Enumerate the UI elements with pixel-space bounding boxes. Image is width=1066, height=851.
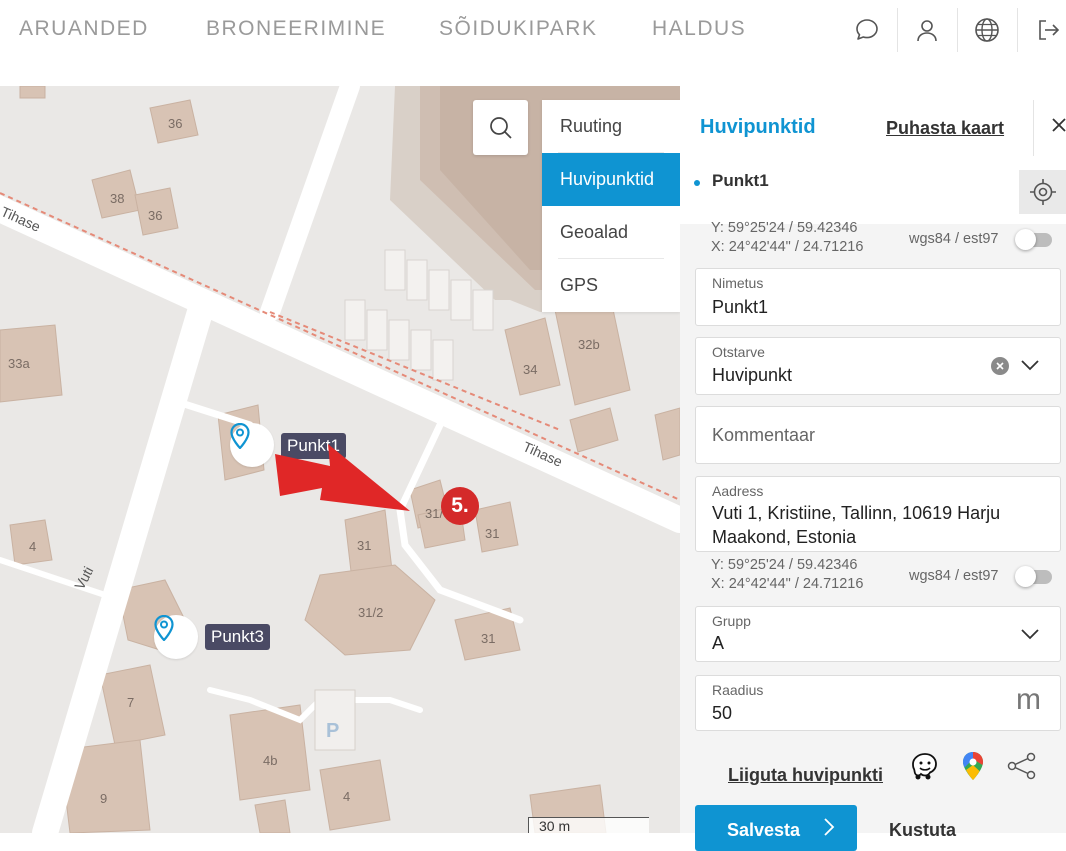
clear-icon[interactable] [991,357,1009,375]
building-number: 7 [127,695,135,710]
building-number: 31 [481,631,496,646]
address-line-2: Maakond, Estonia [712,527,857,547]
share-icon[interactable] [1007,752,1037,785]
comment-placeholder: Kommentaar [712,425,816,445]
field-label: Otstarve [712,344,765,360]
point-name: Punkt1 [712,171,769,190]
top-navigation-bar: ARUANDED BRONEERIMINE SÕIDUKIPARK HALDUS [0,0,1066,86]
annotation-arrow [275,444,410,511]
coord-system-toggle[interactable] [1015,566,1052,587]
field-label: Aadress [712,483,764,499]
field-label: Grupp [712,613,751,629]
building-number: 4b [263,753,278,768]
type-select-value: Huvipunkt [712,365,793,385]
building-number: 33a [8,356,30,371]
menu-item-label: Huvipunktid [560,169,655,189]
map-pin-icon[interactable] [154,615,198,659]
panel-title: Huvipunktid [700,116,816,138]
map-search-button[interactable] [473,100,528,155]
waze-icon[interactable] [909,750,941,787]
pin-label[interactable]: Punkt3 [205,624,270,650]
close-icon[interactable] [1050,116,1066,139]
menu-item-label: GPS [560,275,599,295]
poi-panel: Huvipunktid Puhasta kaart Punkt1 Y: 59°2… [680,86,1066,851]
name-field-value: Punkt1 [712,297,769,317]
building-number: 36 [148,208,163,223]
radius-unit: m [1016,683,1041,716]
menu-item-label: Geoalad [560,222,629,242]
menu-item-ruuting[interactable]: Ruuting [542,100,680,153]
chat-icon[interactable] [851,14,883,46]
parking-label: P [326,720,340,742]
radius-value: 50 [712,703,733,723]
radius-field[interactable]: Raadius 50 m [695,675,1061,731]
map-scale: 30 m [528,817,649,833]
google-maps-icon[interactable] [961,751,985,786]
coord-system-toggle[interactable] [1015,229,1052,250]
comment-field[interactable]: Kommentaar [695,406,1061,464]
chevron-down-icon[interactable] [1020,358,1040,377]
menu-item-geoalad[interactable]: Geoalad [542,206,680,259]
building-number: 31 [485,526,500,541]
save-button-label: Salvesta [727,820,801,840]
building-number: 31/2 [358,605,384,620]
nav-item-haldus[interactable]: HALDUS [652,17,746,41]
map-tools-menu: Ruuting Huvipunktid Geoalad GPS [542,100,680,312]
field-label: Raadius [712,682,764,698]
clear-map-link[interactable]: Puhasta kaart [886,118,1004,139]
building-number: 32b [578,337,600,352]
field-label: Nimetus [712,275,764,291]
coords-x: X: 24°42'44" / 24.71216 [711,239,864,255]
building-number: 34 [523,362,538,377]
bullet-dot [694,180,700,186]
user-icon[interactable] [911,14,943,46]
menu-item-label: Ruuting [560,116,623,136]
building-number: 4 [343,789,351,804]
building-number: 38 [110,191,125,206]
group-select-value: A [712,633,725,653]
map-pin-icon[interactable] [230,423,274,467]
chevron-down-icon[interactable] [1020,627,1040,646]
building-number: 4 [29,539,37,554]
address-field[interactable]: Aadress Vuti 1, Kristiine, Tallinn, 1061… [695,476,1061,552]
coords-y: Y: 59°25'24 / 59.42346 [711,557,858,573]
globe-icon[interactable] [971,14,1003,46]
locate-icon[interactable] [1019,170,1066,214]
panel-header: Huvipunktid Puhasta kaart [680,86,1066,171]
logout-icon[interactable] [1032,14,1064,46]
building-number: 31 [357,538,372,553]
address-line-1: Vuti 1, Kristiine, Tallinn, 10619 Harju [712,503,1001,523]
building-number: 9 [100,791,108,806]
selected-point-row[interactable]: Punkt1 [680,170,1066,224]
chevron-right-icon [823,817,835,842]
coord-system-label: wgs84 / est97 [909,231,999,247]
nav-item-soidukipark[interactable]: SÕIDUKIPARK [439,17,597,41]
delete-button[interactable]: Kustuta [889,820,956,841]
move-poi-link[interactable]: Liiguta huvipunkti [728,765,883,786]
coord-system-label: wgs84 / est97 [909,568,999,584]
type-select[interactable]: Otstarve Huvipunkt [695,337,1061,395]
nav-item-broneerimine[interactable]: BRONEERIMINE [206,17,386,41]
search-icon [489,116,512,139]
coords-x: X: 24°42'44" / 24.71216 [711,576,864,592]
step-badge: 5. [441,487,479,525]
save-button[interactable]: Salvesta [695,805,857,851]
menu-item-gps[interactable]: GPS [542,259,680,312]
coords-y: Y: 59°25'24 / 59.42346 [711,220,858,236]
building-number: 36 [168,116,183,131]
name-field[interactable]: Nimetus Punkt1 [695,268,1061,326]
group-select[interactable]: Grupp A [695,606,1061,662]
menu-item-huvipunktid[interactable]: Huvipunktid [542,153,680,206]
nav-item-aruanded[interactable]: ARUANDED [19,17,149,41]
